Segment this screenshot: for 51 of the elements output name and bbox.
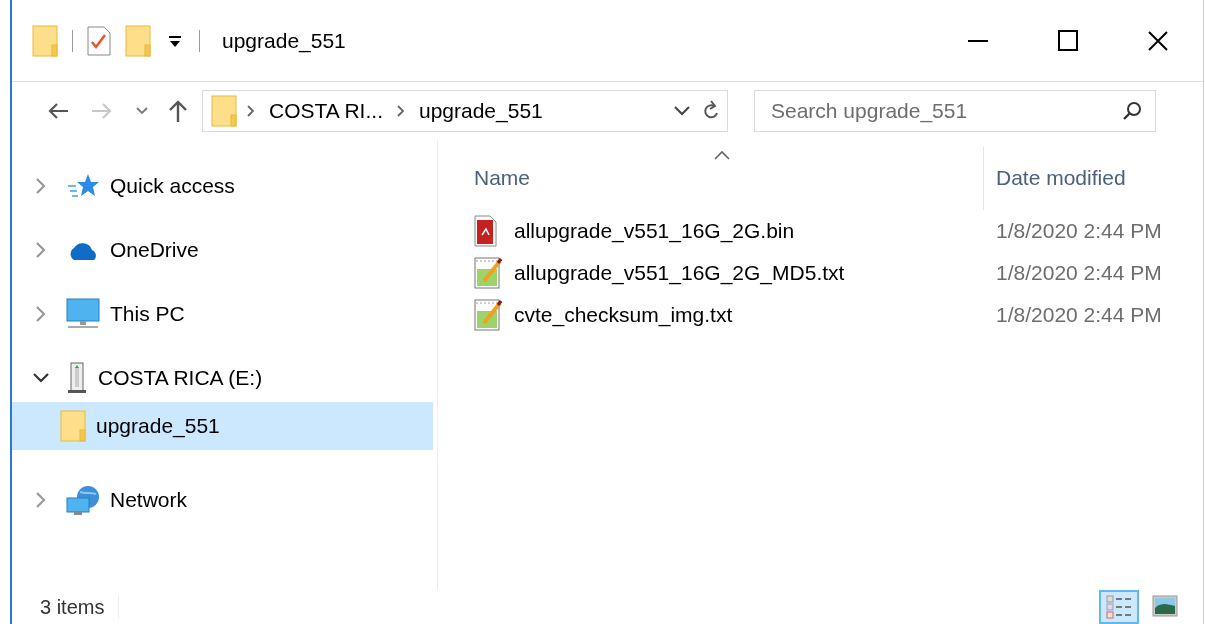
notepad-icon	[474, 257, 502, 289]
details-view-button[interactable]	[1099, 590, 1139, 624]
breadcrumb[interactable]: upgrade_551	[414, 99, 547, 123]
forward-icon	[91, 102, 113, 120]
tree-item[interactable]: COSTA RICA (E:)	[12, 354, 433, 402]
star-icon	[66, 172, 100, 200]
date-modified: 1/8/2020 2:44 PM	[995, 219, 1162, 243]
column-header[interactable]: Date modified	[983, 146, 1203, 210]
chevron-right-icon	[247, 105, 255, 117]
tree-item[interactable]: Network	[12, 476, 433, 524]
chevron-right-icon	[396, 105, 405, 117]
date-modified: 1/8/2020 2:44 PM	[995, 261, 1162, 285]
monitor-icon	[66, 298, 100, 330]
dropdown-icon	[168, 33, 182, 48]
item-count: 3 items	[40, 595, 120, 619]
notepad-icon	[474, 299, 502, 331]
landscape-icon	[1152, 594, 1178, 620]
chevron-down-icon	[674, 106, 690, 116]
usb-drive-icon	[66, 362, 88, 394]
file-name[interactable]: allupgrade_v551_16G_2G_MD5.txt	[514, 261, 845, 285]
column-header[interactable]: Name	[438, 146, 983, 210]
sort-ascending-icon	[714, 150, 730, 160]
details-view-icon	[1106, 594, 1132, 620]
breadcrumb[interactable]: COSTA RI...	[265, 99, 387, 123]
tree-item[interactable]: Quick access	[12, 162, 433, 210]
chevron-down-icon	[33, 373, 49, 383]
chevron-right-icon	[36, 242, 46, 258]
tree-item[interactable]: upgrade_551	[12, 402, 433, 450]
close-icon	[1147, 29, 1169, 52]
address-bar[interactable]: COSTA RI... upgrade_551	[202, 90, 728, 132]
folder-icon	[211, 95, 237, 127]
folder-icon	[60, 410, 86, 442]
document-check-icon	[87, 25, 111, 56]
back-icon	[47, 102, 69, 120]
search-icon	[1122, 101, 1142, 121]
chevron-right-icon	[36, 492, 46, 508]
up-icon	[168, 100, 188, 122]
tree-item[interactable]: OneDrive	[12, 226, 433, 274]
file-name[interactable]: allupgrade_v551_16G_2G.bin	[514, 219, 795, 243]
file-name[interactable]: cvte_checksum_img.txt	[514, 303, 733, 327]
folder-icon	[125, 24, 151, 57]
recent-locations-icon	[136, 107, 148, 115]
chevron-right-icon	[36, 178, 46, 194]
search-field[interactable]: Search upgrade_551	[754, 90, 1156, 132]
maximize-icon	[1057, 29, 1079, 52]
window-title: upgrade_551	[222, 28, 346, 53]
tree-item[interactable]: This PC	[12, 290, 433, 338]
chevron-right-icon	[36, 306, 46, 322]
network-icon	[66, 484, 100, 516]
folder-icon	[32, 24, 58, 57]
date-modified: 1/8/2020 2:44 PM	[995, 303, 1162, 327]
